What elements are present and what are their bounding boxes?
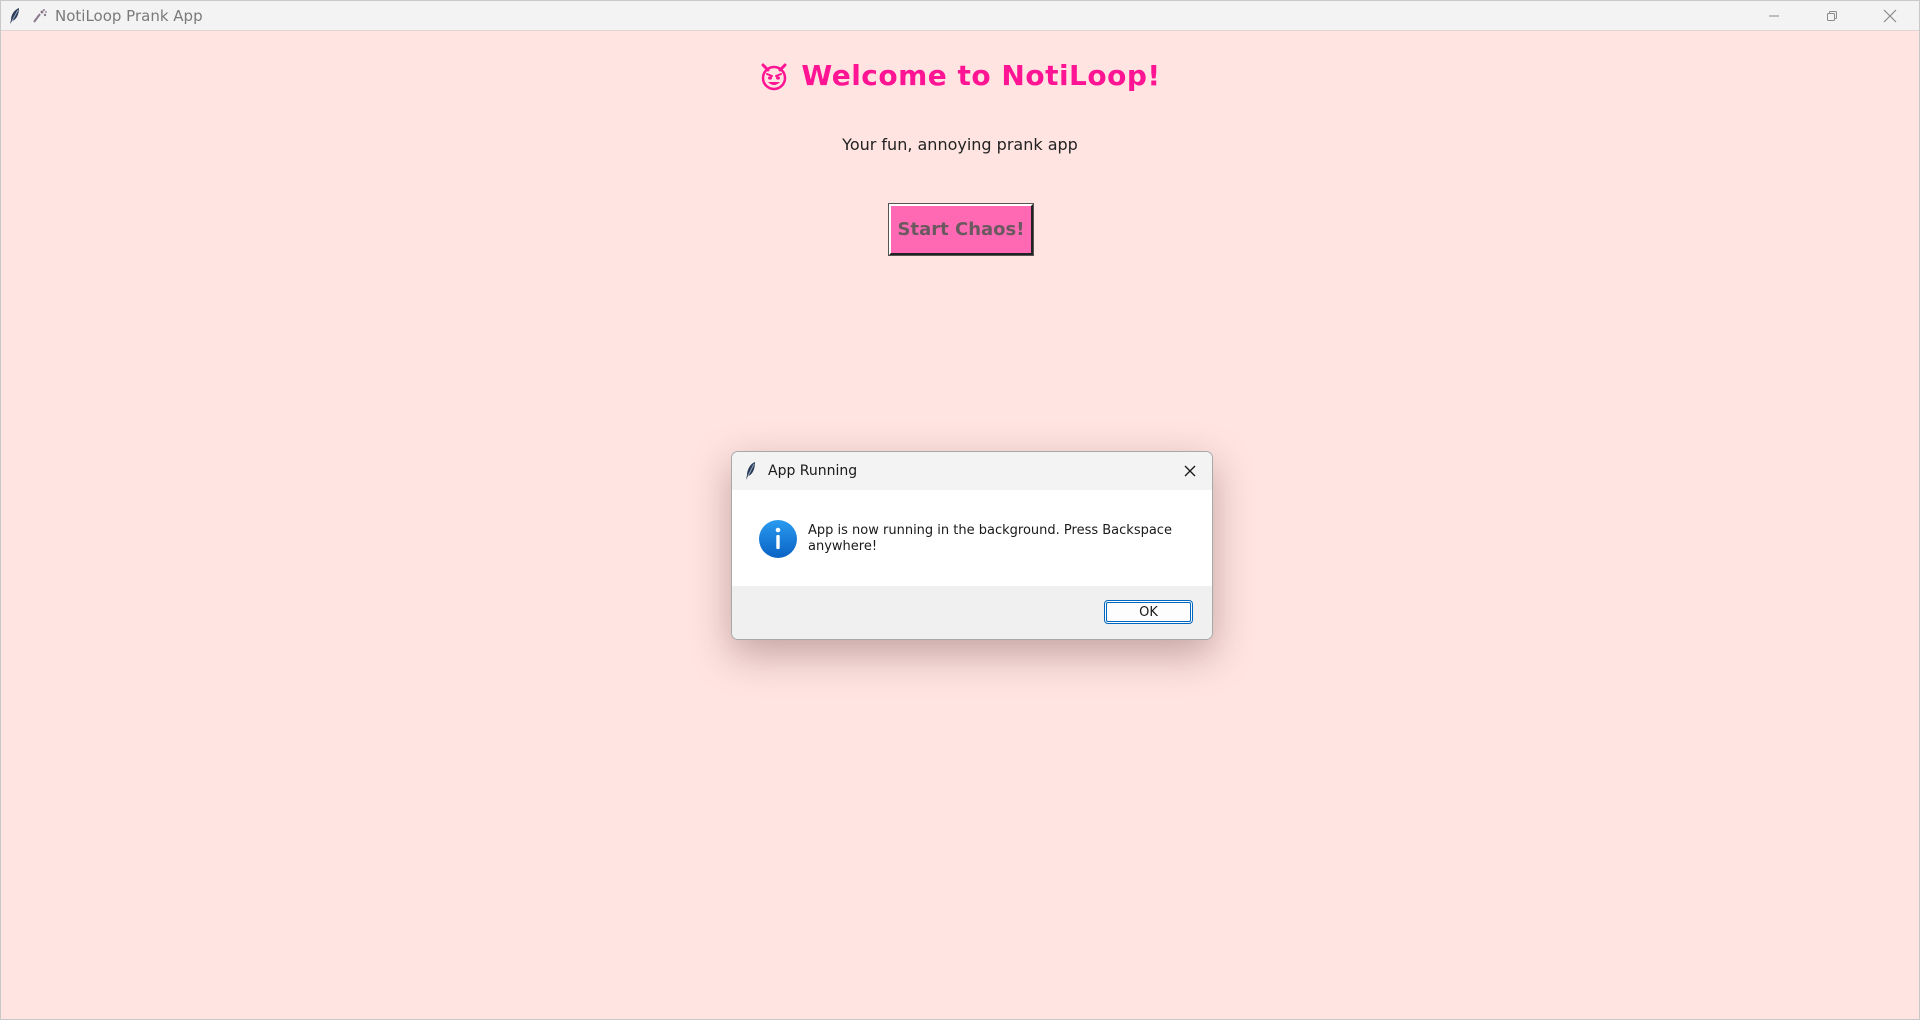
dialog-close-button[interactable] bbox=[1176, 457, 1204, 485]
devil-emoji-icon bbox=[759, 61, 789, 91]
dialog-body: App is now running in the background. Pr… bbox=[732, 490, 1212, 586]
close-icon bbox=[1883, 9, 1897, 22]
ok-button[interactable]: OK bbox=[1104, 600, 1193, 624]
feather-icon bbox=[744, 461, 758, 481]
minimize-icon bbox=[1769, 15, 1779, 16]
app-window: NotiLoop Prank App Welcome to NotiLoop! … bbox=[0, 0, 1920, 1020]
heading-text: Welcome to NotiLoop! bbox=[801, 59, 1161, 92]
title-bar: NotiLoop Prank App bbox=[1, 1, 1919, 31]
feather-icon bbox=[7, 7, 23, 25]
dialog-footer: OK bbox=[732, 586, 1212, 639]
start-chaos-button[interactable]: Start Chaos! bbox=[888, 203, 1034, 256]
subtitle-text: Your fun, annoying prank app bbox=[842, 135, 1078, 154]
window-controls bbox=[1745, 1, 1919, 30]
app-running-dialog: App Running App is now running in the ba… bbox=[731, 451, 1213, 640]
info-icon bbox=[759, 520, 797, 558]
restore-icon bbox=[1827, 10, 1837, 21]
minimize-button[interactable] bbox=[1745, 1, 1803, 30]
close-icon bbox=[1184, 465, 1196, 477]
welcome-heading: Welcome to NotiLoop! bbox=[1, 59, 1919, 92]
sparkle-icon bbox=[31, 7, 49, 25]
dialog-message: App is now running in the background. Pr… bbox=[808, 523, 1172, 554]
dialog-title-bar: App Running bbox=[732, 452, 1212, 490]
close-button[interactable] bbox=[1861, 1, 1919, 30]
window-title: NotiLoop Prank App bbox=[55, 6, 203, 25]
dialog-title: App Running bbox=[768, 463, 858, 479]
restore-button[interactable] bbox=[1803, 1, 1861, 30]
